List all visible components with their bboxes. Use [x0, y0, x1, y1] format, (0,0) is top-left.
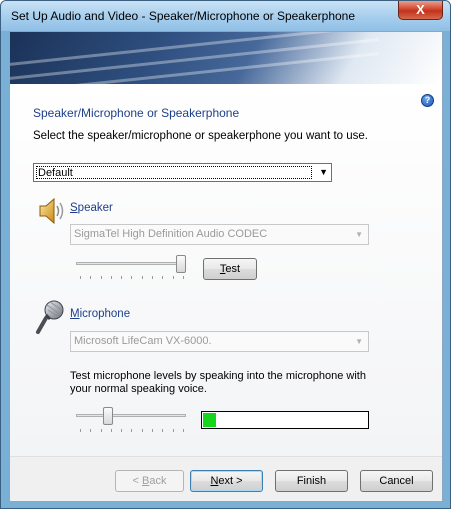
title-bar[interactable]: Set Up Audio and Video - Speaker/Microph… [1, 1, 450, 31]
mic-slider-ticks [80, 429, 184, 432]
microphone-instruction: Test microphone levels by speaking into … [70, 370, 366, 395]
wizard-page: ? Speaker/Microphone or Speakerphone Sel… [10, 84, 442, 456]
finish-button[interactable]: Finish [275, 470, 348, 492]
microphone-device-select[interactable]: Microsoft LifeCam VX-6000. ▼ [70, 331, 369, 352]
help-icon[interactable]: ? [421, 94, 434, 107]
chevron-down-icon: ▼ [319, 167, 328, 177]
back-button[interactable]: < Back [115, 470, 184, 492]
level-meter-fill [203, 413, 216, 427]
speaker-device-value: SigmaTel High Definition Audio CODEC [74, 228, 268, 240]
test-button[interactable]: Test [203, 258, 257, 280]
microphone-level-meter [201, 411, 369, 429]
header-banner [10, 32, 442, 84]
chevron-down-icon: ▼ [355, 337, 363, 346]
close-icon: X [416, 2, 425, 17]
setup-audio-video-dialog: Set Up Audio and Video - Speaker/Microph… [0, 0, 451, 509]
dialog-client: ? Speaker/Microphone or Speakerphone Sel… [9, 31, 443, 502]
next-button[interactable]: Next > [190, 470, 263, 492]
device-select[interactable]: Default ▼ [33, 163, 332, 182]
mic-slider-track [76, 414, 186, 417]
mic-slider-thumb[interactable] [103, 407, 113, 425]
instruction-text: Select the speaker/microphone or speaker… [33, 130, 368, 142]
banner-stripe [10, 32, 380, 67]
microphone-device-value: Microsoft LifeCam VX-6000. [74, 335, 212, 347]
microphone-icon [36, 300, 64, 334]
speaker-slider-track [76, 262, 186, 265]
speaker-icon [39, 197, 64, 225]
wizard-footer: < Back Next > Finish Cancel [10, 456, 442, 501]
window-title: Set Up Audio and Video - Speaker/Microph… [11, 9, 356, 23]
speaker-device-select[interactable]: SigmaTel High Definition Audio CODEC ▼ [70, 224, 369, 245]
close-button[interactable]: X [398, 1, 443, 20]
microphone-label: Microphone [70, 308, 131, 320]
page-heading: Speaker/Microphone or Speakerphone [33, 106, 240, 120]
speaker-slider-ticks [80, 276, 184, 279]
speaker-slider-thumb[interactable] [176, 255, 186, 273]
speaker-label: Speaker [70, 202, 113, 214]
device-select-value: Default [36, 166, 312, 179]
cancel-button[interactable]: Cancel [360, 470, 433, 492]
chevron-down-icon: ▼ [355, 230, 363, 239]
